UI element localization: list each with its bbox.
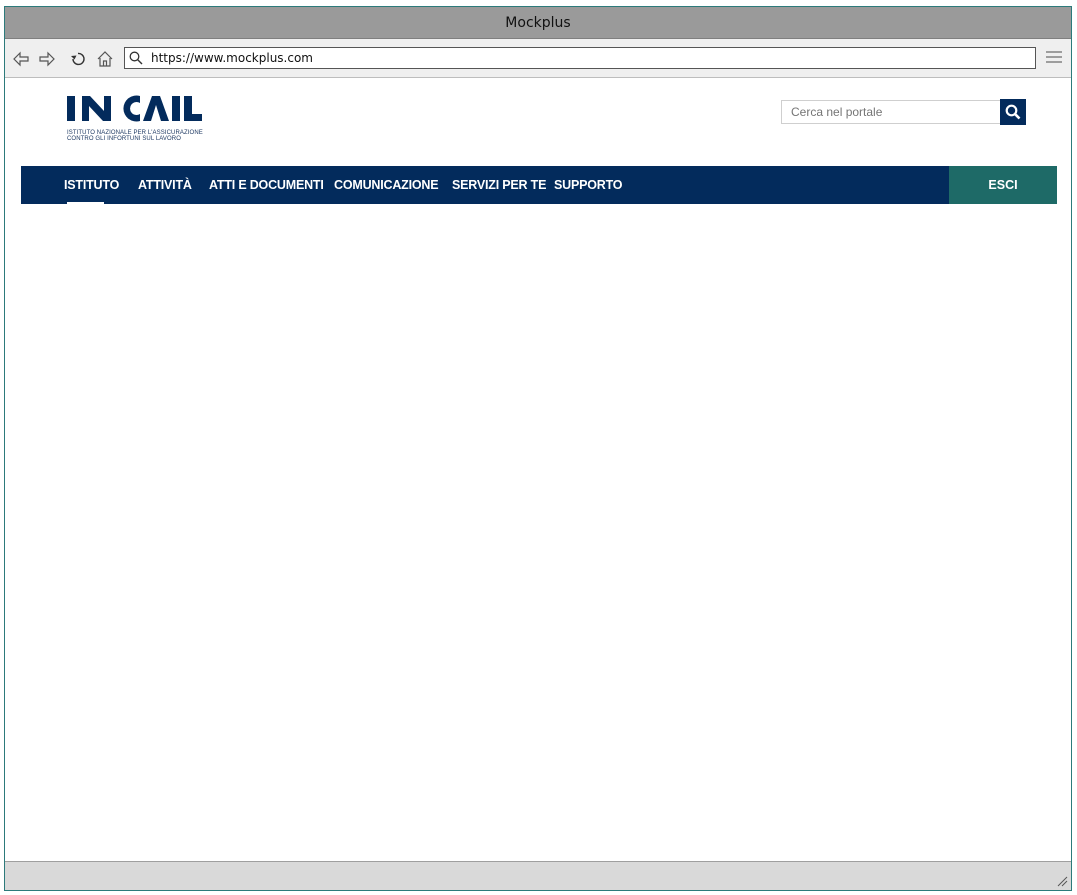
- nav-item-atti-e-documenti[interactable]: ATTI E DOCUMENTI: [209, 166, 324, 204]
- nav-item-supporto[interactable]: SUPPORTO: [554, 166, 623, 204]
- main-navbar: ISTITUTO ATTIVITÀ ATTI E DOCUMENTI COMUN…: [21, 166, 1057, 204]
- refresh-icon[interactable]: [68, 49, 88, 69]
- logo-subtitle: ISTITUTO NAZIONALE PER L'ASSICURAZIONE C…: [67, 130, 203, 142]
- search-icon: [125, 48, 147, 68]
- address-url: https://www.mockplus.com: [151, 51, 313, 65]
- nav-item-servizi-per-te[interactable]: SERVIZI PER TE: [452, 166, 546, 204]
- nav-item-comunicazione[interactable]: COMUNICAZIONE: [334, 166, 439, 204]
- page-content: ISTITUTO NAZIONALE PER L'ASSICURAZIONE C…: [5, 79, 1071, 861]
- logo-subtitle-line2: CONTRO GLI INFORTUNI SUL LAVORO: [67, 136, 182, 142]
- browser-window: Mockplus https://www.mockplus.com ISTITU…: [4, 6, 1072, 891]
- address-bar[interactable]: https://www.mockplus.com: [124, 47, 1036, 69]
- browser-toolbar: https://www.mockplus.com: [5, 39, 1071, 78]
- portal-search-button[interactable]: [1000, 99, 1026, 125]
- back-icon[interactable]: [11, 49, 31, 69]
- home-icon[interactable]: [95, 49, 115, 69]
- nav-item-istituto[interactable]: ISTITUTO: [64, 166, 119, 204]
- portal-search-input[interactable]: [781, 100, 1001, 124]
- search-icon: [1005, 104, 1021, 120]
- resize-grip-icon[interactable]: [1056, 875, 1068, 887]
- status-bar: [5, 861, 1071, 890]
- exit-button[interactable]: ESCI: [949, 166, 1057, 204]
- nav-item-attivita[interactable]: ATTIVITÀ: [138, 166, 192, 204]
- window-title: Mockplus: [505, 14, 571, 31]
- nav-active-indicator: [67, 202, 104, 204]
- menu-icon[interactable]: [1045, 49, 1063, 67]
- window-titlebar: Mockplus: [5, 7, 1071, 39]
- forward-icon[interactable]: [37, 49, 57, 69]
